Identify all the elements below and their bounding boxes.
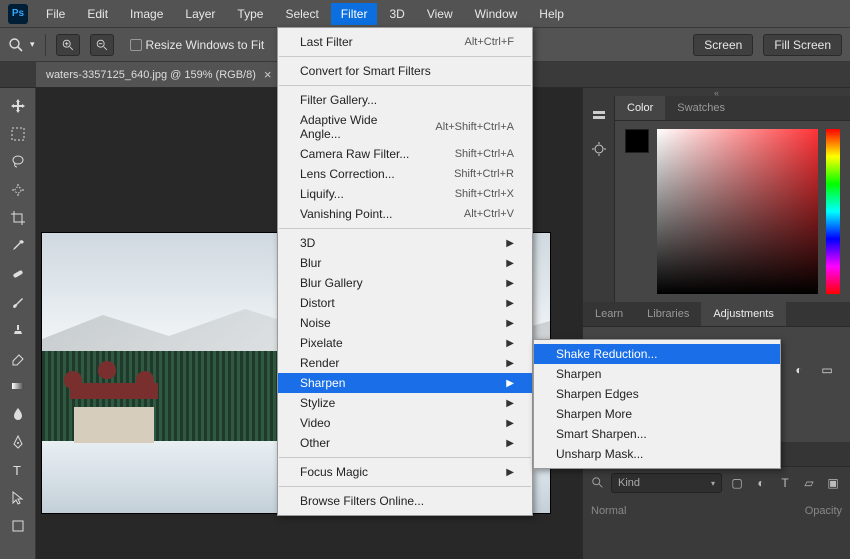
- svg-text:T: T: [13, 463, 21, 478]
- color-field[interactable]: [657, 129, 818, 294]
- panel-collapse-handle[interactable]: «: [583, 88, 850, 96]
- filter-liquify[interactable]: Liquify...Shift+Ctrl+X: [278, 184, 532, 204]
- filter-stylize[interactable]: Stylize▶: [278, 393, 532, 413]
- sharpen-shake-reduction[interactable]: Shake Reduction...: [534, 344, 780, 364]
- sharpen-smart-sharpen[interactable]: Smart Sharpen...: [534, 424, 780, 444]
- shape-tool[interactable]: [6, 514, 30, 538]
- filter-render[interactable]: Render▶: [278, 353, 532, 373]
- search-icon: [591, 476, 605, 490]
- quick-select-tool[interactable]: [6, 178, 30, 202]
- right-panels: « Color Swatches: [582, 88, 850, 559]
- tab-color[interactable]: Color: [615, 96, 665, 120]
- current-tool-chip[interactable]: ▾: [8, 37, 35, 53]
- document-tab[interactable]: waters-3357125_640.jpg @ 159% (RGB/8) ×: [36, 62, 283, 87]
- eraser-tool[interactable]: [6, 346, 30, 370]
- zoom-in-button[interactable]: [56, 34, 80, 56]
- menu-layer[interactable]: Layer: [175, 3, 225, 25]
- menu-file[interactable]: File: [36, 3, 75, 25]
- tab-learn[interactable]: Learn: [583, 302, 635, 326]
- menu-view[interactable]: View: [417, 3, 463, 25]
- opacity-label[interactable]: Opacity: [805, 505, 842, 517]
- filter-type-icon[interactable]: T: [776, 474, 794, 492]
- tab-libraries[interactable]: Libraries: [635, 302, 701, 326]
- marquee-tool[interactable]: [6, 122, 30, 146]
- filter-gallery[interactable]: Filter Gallery...: [278, 90, 532, 110]
- menubar: Ps File Edit Image Layer Type Select Fil…: [0, 0, 850, 28]
- tab-swatches[interactable]: Swatches: [665, 96, 737, 120]
- filter-pixel-icon[interactable]: ▢: [728, 474, 746, 492]
- filter-menu: Last FilterAlt+Ctrl+F Convert for Smart …: [277, 27, 533, 516]
- filter-distort[interactable]: Distort▶: [278, 293, 532, 313]
- foreground-swatch[interactable]: [625, 129, 649, 153]
- path-select-tool[interactable]: [6, 486, 30, 510]
- eyedropper-tool[interactable]: [6, 234, 30, 258]
- type-tool[interactable]: T: [6, 458, 30, 482]
- tab-adjustments[interactable]: Adjustments: [701, 302, 786, 326]
- filter-shape-icon[interactable]: ▱: [800, 474, 818, 492]
- gradient-tool[interactable]: [6, 374, 30, 398]
- menu-filter[interactable]: Filter: [331, 3, 378, 25]
- pen-tool[interactable]: [6, 430, 30, 454]
- filter-video[interactable]: Video▶: [278, 413, 532, 433]
- sharpen-submenu: Shake Reduction... Sharpen Sharpen Edges…: [533, 339, 781, 469]
- sharpen-unsharp-mask[interactable]: Unsharp Mask...: [534, 444, 780, 464]
- clone-stamp-tool[interactable]: [6, 318, 30, 342]
- menu-type[interactable]: Type: [227, 3, 273, 25]
- toolbox: T: [0, 88, 36, 559]
- app-logo: Ps: [8, 4, 28, 24]
- zoom-out-button[interactable]: [90, 34, 114, 56]
- filter-camera-raw[interactable]: Camera Raw Filter...Shift+Ctrl+A: [278, 144, 532, 164]
- heal-tool[interactable]: [6, 262, 30, 286]
- hue-slider[interactable]: [826, 129, 840, 294]
- sharpen-sharpen[interactable]: Sharpen: [534, 364, 780, 384]
- resize-windows-checkbox[interactable]: Resize Windows to Fit: [124, 36, 271, 54]
- filter-adaptive-wide-angle[interactable]: Adaptive Wide Angle...Alt+Shift+Ctrl+A: [278, 110, 532, 144]
- filter-blur-gallery[interactable]: Blur Gallery▶: [278, 273, 532, 293]
- chevron-down-icon: ▾: [30, 39, 35, 50]
- menu-image[interactable]: Image: [120, 3, 173, 25]
- menu-3d[interactable]: 3D: [379, 3, 414, 25]
- zoom-icon: [8, 37, 24, 53]
- filter-browse-online[interactable]: Browse Filters Online...: [278, 491, 532, 511]
- sharpen-sharpen-more[interactable]: Sharpen More: [534, 404, 780, 424]
- move-tool[interactable]: [6, 94, 30, 118]
- fill-screen-button[interactable]: Fill Screen: [763, 34, 842, 56]
- filter-other[interactable]: Other▶: [278, 433, 532, 453]
- menu-select[interactable]: Select: [275, 3, 328, 25]
- properties-panel-icon[interactable]: [591, 141, 607, 160]
- filter-blur[interactable]: Blur▶: [278, 253, 532, 273]
- fit-screen-button[interactable]: Screen: [693, 34, 753, 56]
- crop-tool[interactable]: [6, 206, 30, 230]
- color-picker[interactable]: [625, 129, 840, 294]
- filter-sharpen[interactable]: Sharpen▶: [278, 373, 532, 393]
- filter-smart-icon[interactable]: ▣: [824, 474, 842, 492]
- filter-convert-smart[interactable]: Convert for Smart Filters: [278, 61, 532, 81]
- menu-edit[interactable]: Edit: [77, 3, 118, 25]
- resize-windows-label: Resize Windows to Fit: [146, 38, 265, 52]
- close-tab-icon[interactable]: ×: [264, 67, 272, 82]
- filter-noise[interactable]: Noise▶: [278, 313, 532, 333]
- filter-pixelate[interactable]: Pixelate▶: [278, 333, 532, 353]
- filter-lens-correction[interactable]: Lens Correction...Shift+Ctrl+R: [278, 164, 532, 184]
- filter-last-filter[interactable]: Last FilterAlt+Ctrl+F: [278, 32, 532, 52]
- bw-icon[interactable]: ◐: [789, 361, 809, 379]
- filter-vanishing-point[interactable]: Vanishing Point...Alt+Ctrl+V: [278, 204, 532, 224]
- photo-filter-icon[interactable]: ▭: [817, 361, 837, 379]
- filter-focus-magic[interactable]: Focus Magic▶: [278, 462, 532, 482]
- brush-tool[interactable]: [6, 290, 30, 314]
- collapsed-panel-icons: [583, 96, 615, 302]
- filter-3d[interactable]: 3D▶: [278, 233, 532, 253]
- lasso-tool[interactable]: [6, 150, 30, 174]
- layer-filter-kind[interactable]: Kind▾: [611, 473, 722, 493]
- menu-window[interactable]: Window: [465, 3, 528, 25]
- history-panel-icon[interactable]: [591, 108, 607, 127]
- blur-tool[interactable]: [6, 402, 30, 426]
- document-tab-title: waters-3357125_640.jpg @ 159% (RGB/8): [46, 69, 256, 81]
- menu-help[interactable]: Help: [529, 3, 574, 25]
- blend-mode-label[interactable]: Normal: [591, 505, 626, 517]
- sharpen-sharpen-edges[interactable]: Sharpen Edges: [534, 384, 780, 404]
- filter-adjust-icon[interactable]: ◐: [752, 474, 770, 492]
